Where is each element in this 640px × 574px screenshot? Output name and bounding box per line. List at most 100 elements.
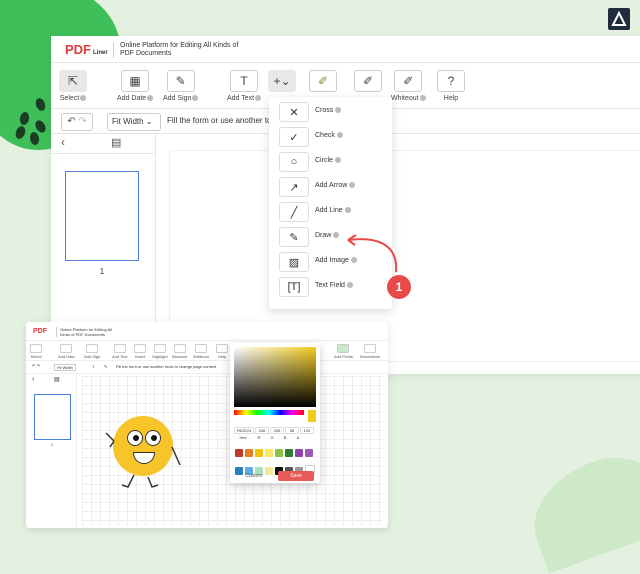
page-sidebar: ‹ ▤ 1	[26, 372, 77, 528]
text-icon	[113, 344, 126, 353]
hue-slider[interactable]	[234, 410, 304, 415]
select-icon	[30, 344, 42, 353]
insert-button[interactable]: Insert	[134, 344, 146, 359]
whiteout-icon: ✐	[394, 70, 423, 92]
chevron-left-icon[interactable]: ‹	[32, 376, 34, 383]
page-thumbnail[interactable]	[65, 171, 139, 261]
add-sign-button[interactable]: Add Sign	[84, 344, 100, 359]
calendar-icon	[60, 344, 73, 353]
undo-redo-buttons[interactable]: ↶ ↷	[61, 113, 93, 131]
app-logo: PDF	[33, 328, 47, 335]
a-input[interactable]: 100	[300, 427, 314, 434]
undo-icon[interactable]: ↶ ↷	[32, 363, 40, 368]
redaction-icon	[364, 344, 376, 353]
hex-label: Hex	[239, 435, 247, 440]
custom-button[interactable]: Custom	[236, 471, 272, 481]
help-button[interactable]: ? Help	[437, 70, 465, 102]
b-input[interactable]: 36	[285, 427, 299, 434]
b-label: B	[283, 435, 287, 440]
smiley-limbs-icon	[105, 432, 181, 488]
menu-item-circle[interactable]: ○ Circle	[269, 151, 392, 173]
r-label: R	[257, 435, 261, 440]
highlight-icon	[153, 344, 166, 353]
menu-item-add-arrow[interactable]: ↗ Add Arrow	[269, 176, 392, 198]
zoom-select[interactable]: Fit Width ⌄	[107, 113, 161, 131]
page-settings-icon[interactable]: ▤	[54, 376, 60, 383]
blackout-button[interactable]: ✐	[354, 70, 382, 95]
menu-item-add-line[interactable]: ╱ Add Line	[269, 201, 392, 223]
select-tool-button[interactable]: ⇱ Select	[59, 70, 87, 102]
blackout-button[interactable]: Blackout	[172, 344, 187, 359]
menu-item-check[interactable]: ✓ Check	[269, 126, 392, 148]
blackout-icon: ✐	[354, 70, 382, 92]
color-swatch[interactable]	[265, 449, 273, 457]
g-label: G	[270, 435, 274, 440]
color-swatch[interactable]	[295, 449, 303, 457]
brand-logo-icon	[608, 8, 630, 30]
app-tagline: Online Platform for Editing All Kinds of…	[56, 327, 120, 337]
highlight-button[interactable]: ✐	[309, 70, 337, 95]
text-icon: T	[230, 70, 259, 92]
fields-icon	[337, 344, 350, 353]
page-number: 1	[99, 267, 105, 276]
color-swatch[interactable]	[255, 449, 263, 457]
draw-icon: ✎	[279, 227, 309, 247]
sign-icon	[86, 344, 99, 353]
highlight-button[interactable]: Highlight	[152, 344, 168, 359]
circle-icon: ○	[279, 152, 309, 172]
app-logo: PDF Liner	[65, 42, 108, 57]
whiteout-button[interactable]: ✐ Whiteout	[391, 70, 426, 102]
plus-icon: +⌄	[268, 70, 296, 92]
insert-button[interactable]: +⌄	[268, 70, 296, 95]
zoom-select[interactable]: Fit Width	[54, 364, 76, 371]
callout-arrow-icon	[347, 234, 398, 273]
check-icon: ✓	[279, 127, 309, 147]
hint-text: Fill the form or use another to	[167, 116, 272, 125]
help-icon: ?	[437, 70, 465, 92]
r-input[interactable]: 246	[255, 427, 269, 434]
chevron-left-icon[interactable]: ‹	[61, 135, 65, 149]
highlight-icon: ✐	[309, 70, 337, 92]
color-swatch[interactable]	[275, 449, 283, 457]
select-icon: ⇱	[59, 70, 87, 92]
add-date-button[interactable]: Add Date	[58, 344, 75, 359]
color-swatch[interactable]	[285, 449, 293, 457]
color-spectrum[interactable]	[234, 347, 316, 407]
calendar-icon: ▦	[121, 70, 150, 92]
text-tool-icon[interactable]: T	[92, 364, 94, 369]
help-icon	[216, 344, 228, 353]
color-swatch[interactable]	[235, 449, 243, 457]
menu-item-cross[interactable]: ✕ Cross	[269, 101, 392, 123]
redo-icon[interactable]: ↷	[78, 116, 86, 127]
page-thumbnail[interactable]	[34, 394, 71, 440]
add-fields-button[interactable]: Add Fields	[334, 344, 353, 359]
help-button[interactable]: Help	[216, 344, 228, 359]
a-label: A	[296, 435, 300, 440]
plus-icon	[134, 344, 146, 353]
select-tool-button[interactable]: Select	[30, 344, 42, 359]
cross-icon: ✕	[279, 102, 309, 122]
draw-tool-icon[interactable]: ✎	[104, 364, 107, 369]
arrow-icon: ↗	[279, 177, 309, 197]
save-button[interactable]: Save	[278, 471, 314, 481]
sign-icon: ✎	[166, 70, 195, 92]
undo-icon[interactable]: ↶	[67, 116, 75, 127]
page-number: 1	[50, 442, 54, 447]
color-swatch[interactable]	[245, 449, 253, 457]
whiteout-icon	[194, 344, 207, 353]
page-settings-icon[interactable]: ▤	[111, 136, 121, 149]
hex-input[interactable]: F6CE24	[234, 427, 254, 434]
color-swatch[interactable]	[305, 449, 313, 457]
line-icon: ╱	[279, 202, 309, 222]
secondary-editor-window: PDF Online Platform for Editing All Kind…	[26, 322, 388, 528]
g-input[interactable]: 206	[270, 427, 284, 434]
add-text-button[interactable]: T Add Text	[227, 70, 262, 102]
redactions-button[interactable]: Redactions	[360, 344, 380, 359]
color-picker-popup: F6CE24 246 206 36 100 Hex R G B A Custom Save	[230, 343, 320, 483]
add-date-button[interactable]: ▦ Add Date	[117, 70, 154, 102]
menu-item-text-field[interactable]: [T] Text Field	[269, 276, 392, 298]
add-sign-button[interactable]: ✎ Add Sign	[163, 70, 199, 102]
image-icon: ▨	[279, 252, 309, 272]
whiteout-button[interactable]: Whiteout	[193, 344, 209, 359]
add-text-button[interactable]: Add Text	[112, 344, 128, 359]
